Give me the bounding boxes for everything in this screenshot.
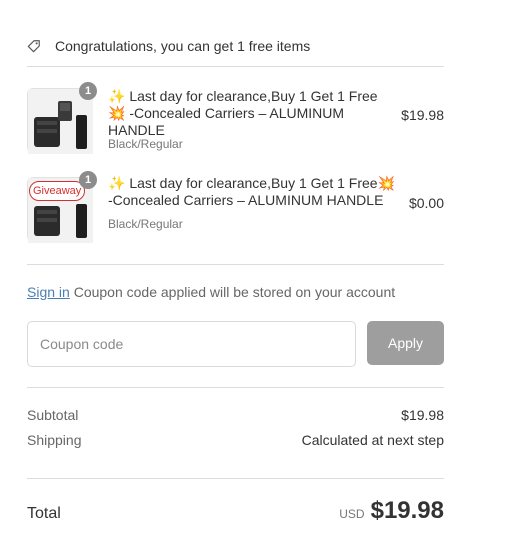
product-thumbnail[interactable]: Giveaway 1	[27, 171, 97, 243]
subtotal-label: Subtotal	[27, 407, 79, 423]
quantity-badge: 1	[79, 171, 97, 189]
promo-text: Congratulations, you can get 1 free item…	[55, 38, 311, 54]
divider	[27, 264, 444, 265]
giveaway-badge: Giveaway	[29, 181, 86, 201]
shipping-value: Calculated at next step	[301, 432, 444, 448]
shipping-row: Shipping Calculated at next step	[27, 432, 444, 448]
product-title[interactable]: ✨ Last day for clearance,Buy 1 Get 1 Fre…	[108, 175, 395, 209]
sparkle-emoji-icon: ✨	[108, 88, 126, 104]
signin-notice: Sign in Coupon code applied will be stor…	[27, 284, 395, 300]
cart-item: 1 ✨ Last day for clearance,Buy 1 Get 1 F…	[27, 82, 444, 158]
apply-coupon-button[interactable]: Apply	[367, 321, 444, 365]
divider	[27, 387, 444, 388]
product-variant: Black/Regular	[108, 217, 183, 231]
total-value: USD $19.98	[339, 497, 444, 525]
divider	[27, 478, 444, 479]
sparkle-emoji-icon: ✨	[108, 175, 126, 191]
total-label: Total	[27, 505, 61, 522]
product-variant: Black/Regular	[108, 137, 183, 151]
product-title[interactable]: ✨ Last day for clearance,Buy 1 Get 1 Fre…	[108, 88, 378, 139]
product-price: $19.98	[401, 107, 444, 123]
sign-in-link[interactable]: Sign in	[27, 284, 70, 300]
shipping-label: Shipping	[27, 432, 82, 448]
currency-code: USD	[339, 507, 365, 521]
product-price: $0.00	[408, 195, 444, 211]
product-thumbnail[interactable]: 1	[27, 82, 97, 154]
total-amount: $19.98	[370, 497, 444, 524]
tag-icon	[27, 40, 40, 53]
collision-emoji-icon: 💥	[108, 105, 126, 121]
signin-notice-text: Coupon code applied will be stored on yo…	[69, 284, 396, 300]
collision-emoji-icon: 💥	[377, 175, 396, 191]
subtotal-value: $19.98	[401, 407, 444, 423]
free-item-promo: Congratulations, you can get 1 free item…	[27, 36, 444, 56]
subtotal-row: Subtotal $19.98	[27, 407, 444, 423]
quantity-badge: 1	[79, 82, 97, 100]
cart-item: Giveaway 1 ✨ Last day for clearance,Buy …	[27, 171, 444, 247]
divider	[27, 66, 444, 67]
coupon-code-input[interactable]	[27, 321, 356, 367]
